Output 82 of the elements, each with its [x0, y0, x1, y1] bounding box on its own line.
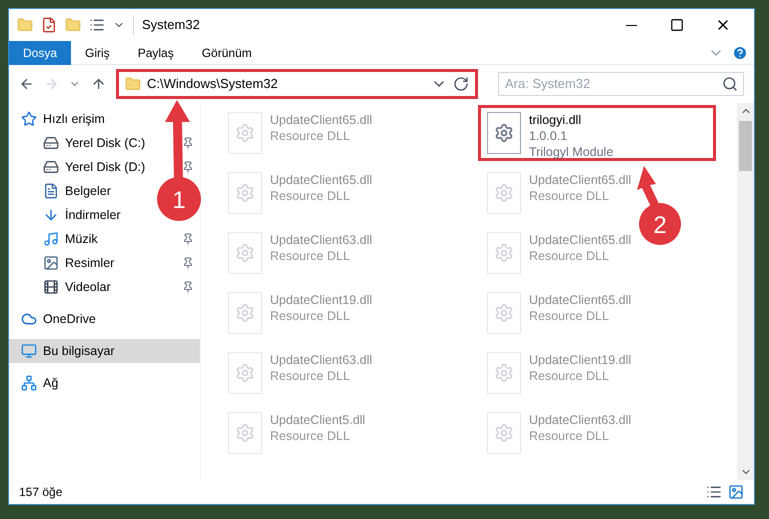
dll-file-icon: [487, 172, 521, 214]
drive-icon: [43, 135, 59, 151]
search-field[interactable]: Ara: System32: [498, 72, 744, 96]
sidebar-item[interactable]: Videolar: [9, 275, 117, 299]
details-view-icon[interactable]: [706, 484, 722, 500]
dll-file-icon: [228, 172, 262, 214]
sidebar-item[interactable]: Müzik: [9, 227, 104, 251]
dll-file-icon: [487, 352, 521, 394]
help-icon[interactable]: [732, 44, 748, 60]
file-detail: Resource DLL: [270, 428, 351, 444]
sidebar-item[interactable]: Resimler: [9, 251, 120, 275]
sidebar-item[interactable]: Ağ: [9, 371, 64, 395]
file-name: UpdateClient19.dll: [270, 292, 372, 308]
large-icons-view-icon[interactable]: [728, 484, 744, 500]
dll-file-icon: [228, 412, 262, 454]
file-detail: Resource DLL: [529, 308, 610, 324]
dll-file-icon: [487, 232, 521, 274]
sidebar-item[interactable]: Hızlı erişim: [9, 107, 111, 131]
file-detail: Resource DLL: [270, 308, 351, 324]
file-name: UpdateClient63.dll: [529, 412, 632, 428]
window-title: System32: [133, 15, 200, 35]
file-detail: Resource DLL: [270, 128, 351, 144]
sidebar-item[interactable]: İndirmeler: [9, 203, 127, 227]
file-name: UpdateClient65.dll: [529, 232, 632, 248]
dll-file-icon: [487, 292, 521, 334]
ribbon-tab[interactable]: Dosya: [9, 40, 72, 64]
file-detail: Resource DLL: [270, 368, 351, 384]
document-icon: [43, 183, 59, 199]
address-path: C:\Windows\System32: [147, 75, 278, 94]
up-button[interactable]: [90, 76, 106, 92]
file-name: UpdateClient65.dll: [270, 112, 372, 128]
scrollbar[interactable]: [737, 103, 754, 480]
drive-icon: [43, 159, 59, 175]
file-name: UpdateClient63.dll: [270, 232, 372, 248]
file-name: UpdateClient5.dll: [270, 412, 366, 428]
address-field[interactable]: C:\Windows\System32: [116, 69, 478, 99]
star-icon: [21, 111, 37, 127]
file-item[interactable]: trilogyi.dll 1.0.0.1 Trilogyl Module: [478, 105, 716, 161]
sidebar-item[interactable]: OneDrive: [9, 307, 102, 331]
monitor-icon: [21, 343, 37, 359]
film-icon: [43, 279, 59, 295]
scroll-thumb[interactable]: [739, 121, 752, 171]
cloud-icon: [21, 311, 37, 327]
music-note-icon: [43, 231, 59, 247]
dll-file-icon: [228, 292, 262, 334]
file-name: UpdateClient65.dll: [529, 172, 632, 188]
dll-file-icon: [228, 232, 262, 274]
ribbon-tab[interactable]: Giriş: [71, 40, 124, 64]
file-name: UpdateClient63.dll: [270, 352, 372, 368]
refresh-icon[interactable]: [453, 76, 469, 92]
file-name: UpdateClient19.dll: [529, 352, 632, 368]
back-button[interactable]: [19, 76, 34, 92]
file-detail: Resource DLL: [529, 188, 610, 204]
maximize-icon: [670, 18, 684, 32]
file-detail: 1.0.0.1: [529, 128, 568, 144]
item-count: 157 öğe: [19, 484, 62, 501]
ribbon-tab[interactable]: Paylaş: [124, 40, 188, 64]
properties-icon[interactable]: [41, 17, 57, 33]
folder-icon: [125, 76, 142, 92]
dll-file-icon: [487, 112, 521, 154]
ribbon-tab[interactable]: Görünüm: [188, 40, 266, 64]
dll-file-icon: [487, 412, 521, 454]
dll-file-icon: [228, 112, 262, 154]
sidebar-item[interactable]: Belgeler: [9, 179, 117, 203]
dll-file-icon: [228, 352, 262, 394]
file-detail: Resource DLL: [529, 428, 610, 444]
file-name: UpdateClient65.dll: [529, 292, 632, 308]
sidebar-item[interactable]: Yerel Disk (D:): [9, 155, 152, 179]
sidebar-item[interactable]: Yerel Disk (C:): [9, 131, 152, 155]
network-icon: [21, 375, 37, 391]
sidebar-item[interactable]: Bu bilgisayar: [9, 339, 200, 363]
search-icon[interactable]: [722, 76, 738, 92]
file-name: trilogyi.dll: [529, 112, 582, 128]
file-detail: Resource DLL: [270, 248, 351, 264]
picture-icon: [43, 255, 59, 271]
file-name: UpdateClient65.dll: [270, 172, 372, 188]
file-detail: Resource DLL: [270, 188, 351, 204]
minimize-icon: [626, 24, 636, 26]
file-detail: Resource DLL: [529, 248, 610, 264]
file-description: Trilogyl Module: [529, 144, 614, 160]
view-icon[interactable]: [89, 17, 105, 33]
file-detail: Resource DLL: [529, 368, 610, 384]
